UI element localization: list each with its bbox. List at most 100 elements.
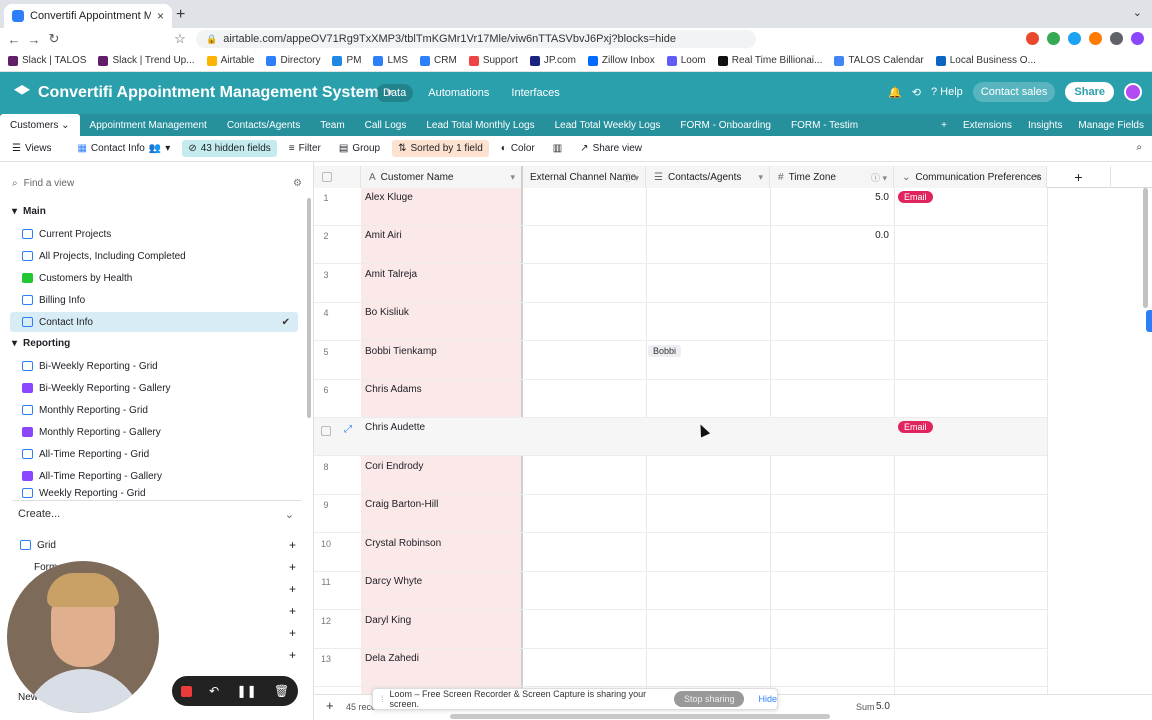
customer-name-cell[interactable]: Crystal Robinson — [365, 538, 441, 549]
bookmark-item[interactable]: CRM — [420, 55, 457, 66]
url-field[interactable]: 🔒 airtable.com/appeOV71Rg9TxXMP3/tblTmKG… — [196, 30, 756, 48]
view-monthly-gallery[interactable]: Monthly Reporting - Gallery — [10, 422, 298, 442]
sort-button[interactable]: ⇅ Sorted by 1 field — [392, 140, 489, 157]
drag-handle-icon[interactable]: ⁞ — [381, 694, 384, 704]
chevron-down-icon[interactable]: ⌄ — [61, 120, 69, 131]
view-biweekly-grid[interactable]: Bi-Weekly Reporting - Grid — [10, 356, 298, 376]
share-view-button[interactable]: ↗ Share view — [574, 140, 648, 157]
table-tab-team[interactable]: Team — [310, 114, 354, 136]
section-main[interactable]: ▾ Main — [12, 206, 46, 217]
bookmark-item[interactable]: TALOS Calendar — [834, 55, 924, 66]
add-column-button[interactable]: + — [1047, 166, 1111, 188]
table-row[interactable]: 4 Bo Kisliuk — [314, 303, 1047, 341]
sidebar-scrollbar[interactable] — [307, 198, 311, 418]
stop-recording-icon[interactable] — [180, 685, 192, 697]
table-row[interactable]: 2 Amit Airi 0.0 — [314, 226, 1047, 264]
view-alltime-grid[interactable]: All-Time Reporting - Grid — [10, 444, 298, 464]
table-tab-contacts-agents[interactable]: Contacts/Agents — [217, 114, 310, 136]
table-row[interactable]: 3 Amit Talreja — [314, 265, 1047, 303]
filter-button[interactable]: ≡ Filter — [283, 140, 327, 157]
current-view-button[interactable]: ▦ Contact Info 👥 ▾ — [71, 140, 176, 157]
bookmark-item[interactable]: PM — [332, 55, 361, 66]
horizontal-scrollbar[interactable] — [450, 714, 830, 719]
table-row[interactable]: 6 Chris Adams — [314, 380, 1047, 418]
customer-name-cell[interactable]: Darcy Whyte — [365, 576, 422, 587]
group-button[interactable]: ▤ Group — [333, 140, 386, 157]
plus-icon[interactable]: + — [289, 560, 296, 574]
insights-button[interactable]: Insights — [1028, 120, 1062, 131]
customer-name-cell[interactable]: Chris Audette — [365, 422, 425, 433]
table-tab-customers[interactable]: Customers ⌄ — [0, 114, 80, 136]
side-panel-tab[interactable] — [1146, 310, 1152, 332]
table-row[interactable]: 11 Darcy Whyte — [314, 572, 1047, 610]
plus-icon[interactable]: + — [289, 626, 296, 640]
select-all-checkbox[interactable] — [322, 172, 332, 182]
table-row[interactable]: 13 Dela Zahedi — [314, 649, 1047, 687]
bookmark-item[interactable]: Support — [468, 55, 518, 66]
find-view-input[interactable]: ⌕ Find a view ⚙ — [12, 174, 302, 192]
view-contact-info[interactable]: Contact Info ✔ — [10, 312, 298, 332]
section-reporting[interactable]: ▾ Reporting — [12, 338, 70, 349]
pause-icon[interactable]: ❚❚ — [237, 684, 257, 698]
row-height-icon[interactable]: ▥ — [547, 140, 568, 157]
view-alltime-gallery[interactable]: All-Time Reporting - Gallery — [10, 466, 298, 486]
profile-icon[interactable] — [1131, 32, 1144, 45]
customer-name-cell[interactable]: Amit Talreja — [365, 269, 417, 280]
info-chevron-icon[interactable]: ⓘ ▾ — [623, 171, 639, 184]
chevron-down-icon[interactable]: ▾ — [1035, 172, 1040, 183]
time-zone-cell[interactable]: 0.0 — [769, 230, 889, 241]
bookmark-item[interactable]: Airtable — [206, 55, 254, 66]
plus-icon[interactable]: + — [289, 648, 296, 662]
table-row[interactable]: ⤢ Chris Audette Email — [314, 418, 1047, 456]
hidden-fields-button[interactable]: ⊘ 43 hidden fields — [182, 140, 277, 157]
trash-icon[interactable]: 🗑 — [274, 684, 289, 698]
table-tab-form-testim[interactable]: FORM - Testim — [781, 114, 868, 136]
table-row[interactable]: 9 Craig Barton-Hill — [314, 495, 1047, 533]
table-tab-lead-total-weekly-logs[interactable]: Lead Total Weekly Logs — [545, 114, 671, 136]
loom-camera-bubble[interactable] — [7, 561, 159, 713]
plus-icon[interactable]: + — [289, 538, 296, 552]
bookmark-item[interactable]: Loom — [666, 55, 706, 66]
table-row[interactable]: 12 Daryl King — [314, 611, 1047, 649]
forward-icon[interactable]: → — [24, 32, 44, 47]
row-checkbox[interactable] — [321, 426, 331, 436]
customer-name-cell[interactable]: Chris Adams — [365, 384, 422, 395]
view-current-projects[interactable]: Current Projects — [10, 224, 298, 244]
bookmark-item[interactable]: Slack | Trend Up... — [98, 55, 195, 66]
view-billing-info[interactable]: Billing Info — [10, 290, 298, 310]
customer-name-cell[interactable]: Bo Kisliuk — [365, 307, 409, 318]
column-header-customer-name[interactable]: A Customer Name ▾ — [361, 166, 522, 188]
select-all-cell[interactable] — [314, 166, 361, 188]
plus-icon[interactable]: + — [289, 604, 296, 618]
tab-search-icon[interactable]: ⌄ — [1133, 6, 1142, 19]
summary-label[interactable]: Sum — [856, 702, 875, 712]
restart-icon[interactable]: ↶ — [209, 684, 219, 698]
new-tab-icon[interactable]: + — [176, 6, 185, 24]
reload-icon[interactable]: ↻ — [44, 31, 64, 47]
bookmark-item[interactable]: Zillow Inbox — [587, 55, 655, 66]
hide-banner-button[interactable]: Hide — [758, 694, 777, 704]
table-tab-appointment-management[interactable]: Appointment Management — [80, 114, 217, 136]
views-toggle-button[interactable]: ☰ Views — [6, 140, 57, 157]
puzzle-icon[interactable] — [1110, 32, 1123, 45]
browser-tab[interactable]: Convertifi Appointment Manag × — [4, 4, 172, 28]
brave-icon[interactable] — [1026, 32, 1039, 45]
user-avatar[interactable] — [1124, 83, 1142, 101]
column-header-communication-preferences[interactable]: ⌄ Communication Preferences ▾ — [894, 166, 1047, 188]
customer-name-cell[interactable]: Amit Airi — [365, 230, 402, 241]
customer-name-cell[interactable]: Alex Kluge — [365, 192, 413, 203]
grid-scrollbar[interactable] — [1143, 188, 1148, 308]
table-row[interactable]: 1 Alex Kluge 5.0 Email — [314, 188, 1047, 226]
extension-orange-icon[interactable] — [1089, 32, 1102, 45]
contact-sales-button[interactable]: Contact sales — [972, 82, 1056, 102]
view-all-projects[interactable]: All Projects, Including Completed — [10, 246, 298, 266]
search-icon[interactable]: ⌕ — [1136, 142, 1142, 153]
table-row[interactable]: 5 Bobbi Tienkamp Bobbi — [314, 342, 1047, 380]
manage-fields-button[interactable]: Manage Fields — [1078, 120, 1144, 131]
nav-automations[interactable]: Automations — [421, 84, 496, 102]
history-icon[interactable]: ⟲ — [912, 86, 921, 99]
customer-name-cell[interactable]: Craig Barton-Hill — [365, 499, 438, 510]
bookmark-item[interactable]: Real Time Billionai... — [717, 55, 822, 66]
add-table-icon[interactable]: + — [941, 120, 947, 131]
help-button[interactable]: ? Help — [931, 86, 963, 98]
